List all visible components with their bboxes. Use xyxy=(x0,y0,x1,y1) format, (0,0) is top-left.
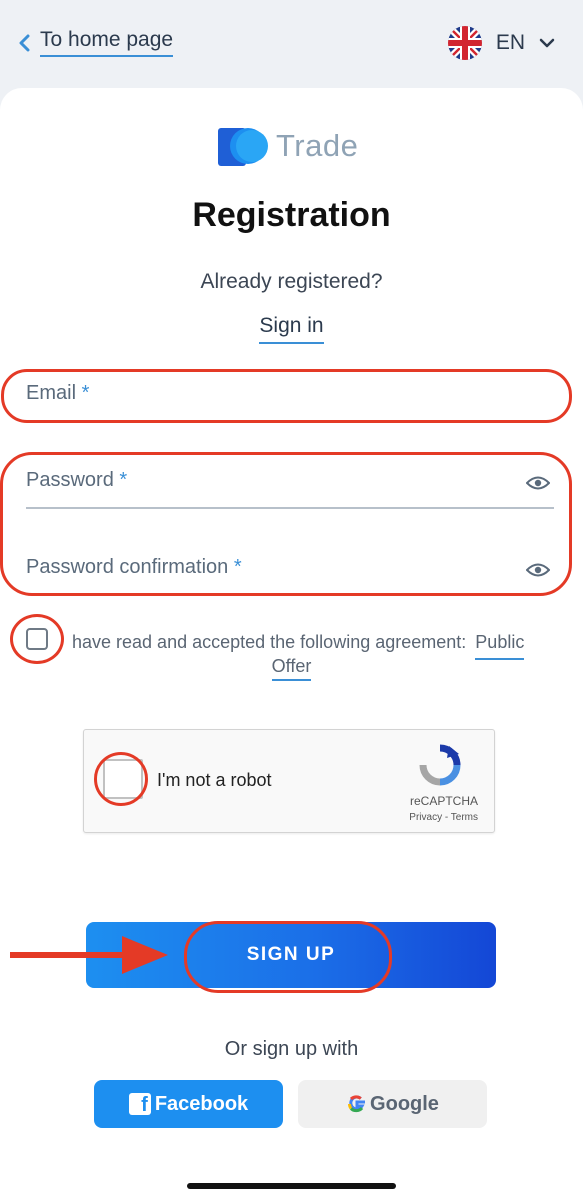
password-underline xyxy=(26,507,554,509)
password-field[interactable]: Password * xyxy=(26,469,127,492)
language-code: EN xyxy=(495,31,525,54)
email-required-mark: * xyxy=(81,382,90,404)
arrow-right-icon xyxy=(10,936,168,974)
password-confirmation-required-mark: * xyxy=(233,556,242,578)
facebook-label: Facebook xyxy=(154,1092,249,1115)
recaptcha-links[interactable]: Privacy - Terms xyxy=(409,812,478,823)
top-bar: To home page EN xyxy=(0,0,583,88)
password-confirmation-field[interactable]: Password confirmation * xyxy=(26,556,242,579)
facebook-icon: f xyxy=(128,1093,151,1116)
home-indicator[interactable] xyxy=(187,1183,396,1189)
sign-up-highlight xyxy=(184,921,392,993)
public-offer-link-part2[interactable]: Offer xyxy=(271,656,312,681)
recaptcha-brand: reCAPTCHA xyxy=(409,794,478,808)
agreement-checkbox[interactable] xyxy=(26,628,48,650)
eye-icon[interactable] xyxy=(526,475,550,491)
google-button[interactable]: Google xyxy=(298,1080,487,1128)
page-title: Registration xyxy=(192,196,391,234)
chevron-left-icon xyxy=(19,34,30,51)
trade-logo-icon xyxy=(218,128,268,166)
password-confirmation-label: Password confirmation xyxy=(26,556,229,578)
or-sign-up-with-text: Or sign up with xyxy=(224,1038,359,1060)
back-to-home-link[interactable]: To home page xyxy=(18,28,174,57)
google-label: Google xyxy=(370,1092,439,1115)
password-label: Password xyxy=(26,469,114,491)
agreement-text: have read and accepted the following agr… xyxy=(72,632,467,652)
email-field[interactable]: Email * xyxy=(26,382,89,405)
sign-in-row: Sign in xyxy=(0,314,583,344)
uk-flag-icon xyxy=(447,26,482,60)
google-icon xyxy=(348,1095,366,1113)
facebook-button[interactable]: f Facebook xyxy=(94,1080,283,1128)
eye-icon[interactable] xyxy=(526,562,550,578)
sign-in-link[interactable]: Sign in xyxy=(259,314,324,344)
recaptcha-icon xyxy=(419,744,461,786)
recaptcha-checkbox-highlight xyxy=(94,752,148,806)
chevron-down-icon xyxy=(539,38,555,48)
already-registered-text: Already registered? xyxy=(200,270,383,293)
language-selector[interactable]: EN xyxy=(447,26,555,60)
recaptcha-label: I'm not a robot xyxy=(157,770,272,790)
password-required-mark: * xyxy=(119,469,128,491)
email-label: Email xyxy=(26,382,77,404)
brand-logo: Trade xyxy=(218,124,358,168)
brand-name: Trade xyxy=(276,128,359,163)
back-to-home-label: To home page xyxy=(40,28,174,57)
agreement-line-two: Offer xyxy=(0,656,583,681)
